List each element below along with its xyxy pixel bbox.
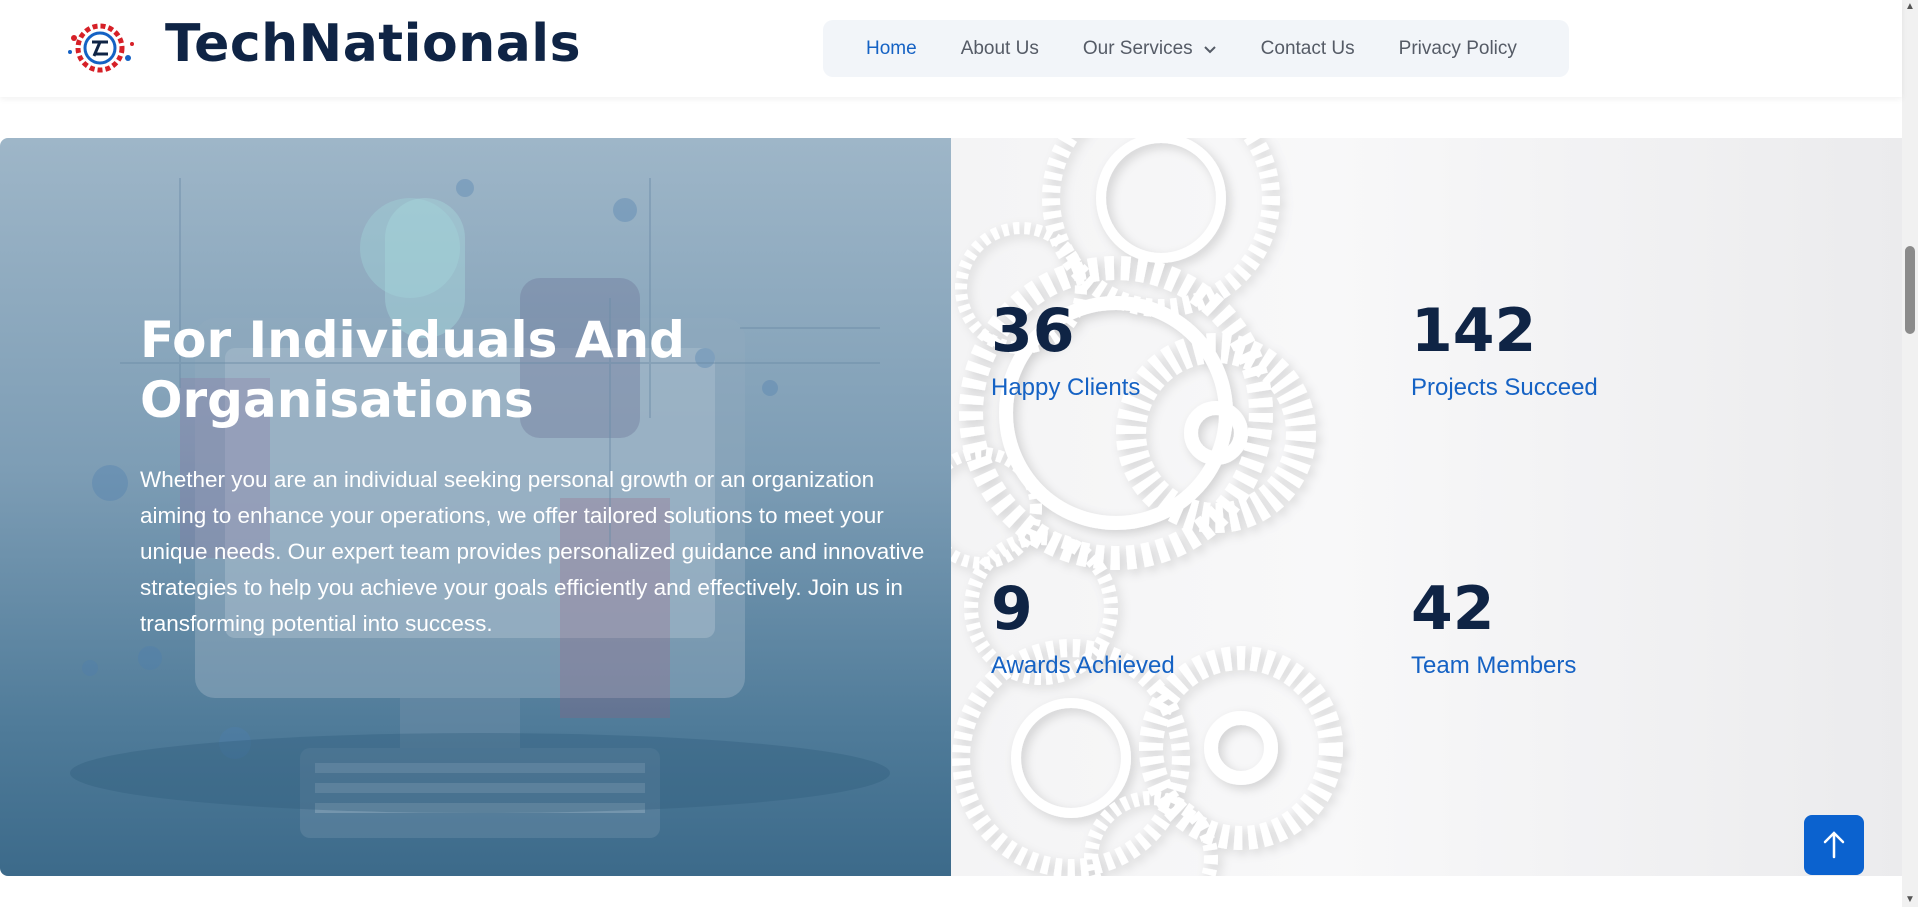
stats-panel: 36 Happy Clients 142 Projects Succeed 9 … (951, 138, 1902, 876)
nav-item-label: About Us (960, 37, 1039, 59)
stat-label: Team Members (1411, 652, 1577, 679)
stat-number: 42 (1411, 574, 1495, 644)
stat-projects-succeed: 142 Projects Succeed (1411, 298, 1598, 402)
stat-label: Happy Clients (991, 374, 1141, 401)
stat-team-members: 42 Team Members (1411, 576, 1576, 680)
main-nav: Home About Us Our Services Contact Us Pr… (823, 20, 1569, 77)
stat-awards-achieved: 9 Awards Achieved (991, 576, 1175, 680)
scrollbar-thumb[interactable] (1905, 246, 1915, 334)
nav-item-label: Privacy Policy (1398, 37, 1517, 59)
nav-item-about[interactable]: About Us (961, 38, 1039, 60)
back-to-top-button[interactable] (1804, 815, 1864, 875)
stat-number: 36 (991, 296, 1075, 366)
nav-item-label: Our Services (1082, 37, 1193, 59)
gear-logo-icon[interactable] (62, 18, 138, 78)
stat-number: 9 (991, 574, 1033, 644)
scroll-up-arrow-icon[interactable]: ▲ (1905, 2, 1915, 12)
nav-item-contact[interactable]: Contact Us (1261, 38, 1355, 60)
hero-title: For Individuals And Organisations (140, 311, 685, 429)
stat-label: Projects Succeed (1411, 374, 1598, 401)
nav-item-services[interactable]: Our Services (1083, 38, 1217, 60)
stat-number: 142 (1411, 296, 1537, 366)
hero-intro-panel: For Individuals And Organisations Whethe… (0, 138, 951, 876)
nav-item-home[interactable]: Home (866, 38, 917, 60)
chevron-down-icon (1203, 45, 1216, 53)
scroll-down-arrow-icon[interactable]: ▼ (1905, 895, 1915, 905)
brand-name[interactable]: TechNationals (165, 14, 581, 74)
arrow-up-icon (1823, 831, 1845, 859)
stat-label: Awards Achieved (991, 652, 1175, 679)
gears-illustration (951, 138, 1343, 876)
site-header: TechNationals Home About Us Our Services… (0, 0, 1902, 97)
page-scrollbar[interactable]: ▲ ▼ (1902, 0, 1918, 907)
hero-description: Whether you are an individual seeking pe… (140, 467, 925, 636)
stat-happy-clients: 36 Happy Clients (991, 298, 1140, 402)
nav-item-label: Contact Us (1260, 37, 1355, 59)
nav-item-label: Home (866, 37, 917, 59)
nav-item-privacy[interactable]: Privacy Policy (1399, 38, 1517, 60)
